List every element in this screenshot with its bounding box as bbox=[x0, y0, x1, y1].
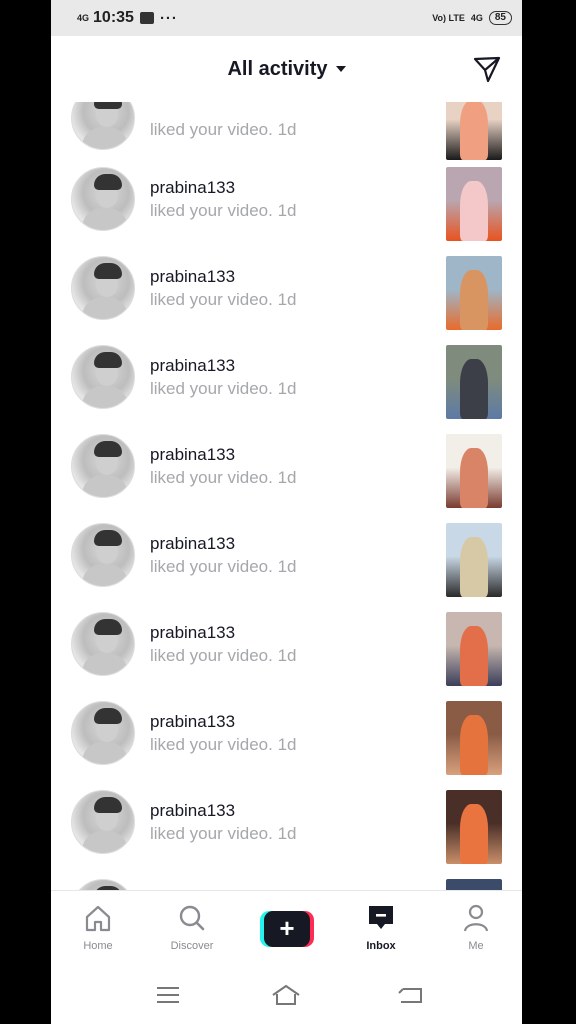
avatar[interactable] bbox=[71, 701, 135, 765]
home-outline-icon[interactable] bbox=[271, 983, 301, 1007]
avatar[interactable] bbox=[71, 790, 135, 854]
nav-inbox-label: Inbox bbox=[366, 940, 396, 952]
activity-text: liked your video. 1d bbox=[150, 646, 297, 665]
back-icon[interactable] bbox=[395, 983, 425, 1007]
activity-row[interactable]: prabina133 liked your video. 1d bbox=[51, 612, 522, 701]
activity-row[interactable]: prabina133 liked your video. 1d bbox=[51, 256, 522, 345]
activity-text: liked your video. 1d bbox=[150, 290, 297, 309]
username[interactable]: prabina133 bbox=[150, 623, 235, 643]
activity-text: liked your video. 1d bbox=[150, 201, 297, 220]
activity-text: liked your video. 1d bbox=[150, 120, 297, 139]
menu-icon[interactable] bbox=[153, 983, 183, 1007]
avatar[interactable] bbox=[71, 102, 135, 150]
video-thumbnail[interactable] bbox=[446, 701, 502, 775]
bottom-nav: Home Discover + Inbox Me bbox=[51, 890, 522, 965]
caret-down-icon bbox=[335, 66, 346, 72]
video-thumbnail[interactable] bbox=[446, 102, 502, 160]
video-thumbnail[interactable] bbox=[446, 879, 502, 890]
activity-row[interactable]: prabina133 liked your video. 1d bbox=[51, 167, 522, 256]
search-icon bbox=[179, 905, 205, 931]
avatar[interactable] bbox=[71, 612, 135, 676]
notification-icon bbox=[139, 12, 154, 24]
video-thumbnail[interactable] bbox=[446, 612, 502, 686]
inbox-icon bbox=[369, 906, 393, 929]
person-icon bbox=[463, 904, 489, 932]
avatar[interactable] bbox=[71, 879, 135, 890]
nav-home[interactable]: Home bbox=[63, 903, 133, 952]
nav-discover[interactable]: Discover bbox=[157, 903, 227, 952]
avatar[interactable] bbox=[71, 434, 135, 498]
nav-me-label: Me bbox=[468, 940, 484, 952]
video-thumbnail[interactable] bbox=[446, 167, 502, 241]
avatar[interactable] bbox=[71, 256, 135, 320]
activity-row[interactable]: prabina133 liked your video. 1d bbox=[51, 790, 522, 879]
activity-row[interactable] bbox=[51, 879, 522, 890]
username[interactable]: prabina133 bbox=[150, 534, 235, 554]
username[interactable]: prabina133 bbox=[150, 712, 235, 732]
video-thumbnail[interactable] bbox=[446, 256, 502, 330]
system-nav-bar bbox=[51, 965, 522, 1024]
activity-row[interactable]: prabina133 liked your video. 1d bbox=[51, 434, 522, 523]
activity-text: liked your video. 1d bbox=[150, 379, 297, 398]
username[interactable]: prabina133 bbox=[150, 178, 235, 198]
nav-discover-label: Discover bbox=[170, 940, 214, 952]
video-thumbnail[interactable] bbox=[446, 790, 502, 864]
username[interactable]: prabina133 bbox=[150, 267, 235, 287]
video-thumbnail[interactable] bbox=[446, 434, 502, 508]
activity-text: liked your video. 1d bbox=[150, 735, 297, 754]
status-right: Vo) LTE 4G 85 bbox=[432, 11, 512, 25]
nav-inbox[interactable]: Inbox bbox=[346, 903, 416, 952]
nav-home-label: Home bbox=[83, 940, 113, 952]
more-notifications: ··· bbox=[159, 9, 178, 27]
username[interactable]: prabina133 bbox=[150, 801, 235, 821]
video-thumbnail[interactable] bbox=[446, 523, 502, 597]
battery-indicator: 85 bbox=[488, 11, 512, 25]
activity-row[interactable]: prabina133 liked your video. 1d bbox=[51, 701, 522, 790]
network-right: 4G bbox=[470, 13, 483, 23]
signal-indicator: 4G bbox=[77, 13, 90, 23]
activity-filter-dropdown[interactable]: All activity bbox=[227, 57, 346, 81]
status-bar: 4G 10:35 ··· Vo) LTE 4G 85 bbox=[51, 0, 522, 36]
activity-text: liked your video. 1d bbox=[150, 557, 297, 576]
username[interactable]: prabina133 bbox=[150, 356, 235, 376]
activity-row[interactable]: prabina133 liked your video. 1d bbox=[51, 523, 522, 612]
plus-icon: + bbox=[264, 911, 310, 947]
home-icon bbox=[85, 905, 111, 932]
avatar[interactable] bbox=[71, 523, 135, 587]
avatar[interactable] bbox=[71, 167, 135, 231]
nav-me[interactable]: Me bbox=[441, 903, 511, 952]
page-header: All activity bbox=[51, 36, 522, 102]
send-icon[interactable] bbox=[472, 54, 502, 84]
clock: 10:35 bbox=[93, 9, 134, 26]
page-title: All activity bbox=[227, 57, 328, 80]
activity-row[interactable]: prabina133 liked your video. 1d bbox=[51, 345, 522, 434]
create-button[interactable]: + bbox=[260, 911, 314, 947]
activity-list[interactable]: liked your video. 1d prabina133 liked your… bbox=[51, 102, 522, 890]
activity-text: liked your video. 1d bbox=[150, 824, 297, 843]
video-thumbnail[interactable] bbox=[446, 345, 502, 419]
carrier-label: Vo) LTE bbox=[432, 13, 465, 23]
activity-row[interactable]: liked your video. 1d bbox=[51, 102, 522, 175]
username[interactable]: prabina133 bbox=[150, 445, 235, 465]
avatar[interactable] bbox=[71, 345, 135, 409]
phone-screen: 4G 10:35 ··· Vo) LTE 4G 85 All activity … bbox=[51, 0, 522, 1024]
activity-text: liked your video. 1d bbox=[150, 468, 297, 487]
